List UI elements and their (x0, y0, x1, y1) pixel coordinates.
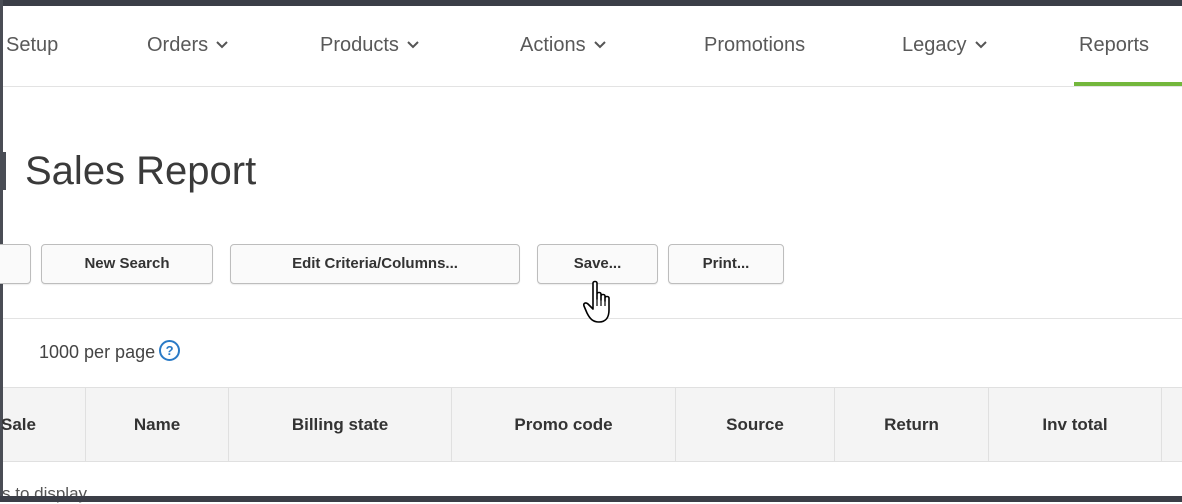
hand-pointer-icon (583, 280, 610, 323)
nav-active-indicator (1074, 82, 1182, 86)
nav-item-label: Products (320, 34, 399, 56)
nav-item-products[interactable]: Products (320, 34, 419, 57)
table-header: Sale Name Billing state Promo code Sourc… (0, 387, 1182, 462)
nav-item-label: Orders (147, 34, 209, 56)
nav-item-label: Promotions (704, 34, 806, 56)
per-page-selector[interactable]: 1000 per page? (39, 340, 181, 363)
new-search-button[interactable]: New Search (41, 244, 213, 284)
column-header-inv-total[interactable]: Inv total (989, 388, 1162, 461)
toolbar-button-partial[interactable] (0, 244, 31, 284)
window-bottom-border (0, 496, 1182, 502)
print-button[interactable]: Print... (668, 244, 784, 284)
nav-item-promotions[interactable]: Promotions (704, 34, 805, 57)
column-header-billing-state[interactable]: Billing state (229, 388, 452, 461)
chevron-down-icon (216, 32, 228, 55)
column-header-sale[interactable]: Sale (0, 388, 86, 461)
title-edge-mark (3, 152, 6, 190)
nav-item-setup[interactable]: Setup (6, 34, 58, 57)
chevron-down-icon (593, 32, 606, 55)
chevron-down-icon (407, 32, 419, 55)
nav-item-orders[interactable]: Orders (147, 34, 228, 57)
page-title: Sales Report (25, 149, 257, 193)
save-button[interactable]: Save... (537, 244, 658, 284)
nav-item-legacy[interactable]: Legacy (902, 34, 987, 57)
chevron-down-icon (974, 32, 987, 55)
column-header-return[interactable]: Return (835, 388, 989, 461)
nav-item-label: Reports (1079, 34, 1150, 56)
question-circle-icon[interactable]: ? (159, 340, 181, 361)
main-nav: Setup Orders Products Actions Promotions… (3, 6, 1182, 87)
nav-item-label: Actions (520, 34, 586, 56)
nav-item-label: Legacy (902, 34, 967, 56)
per-page-label: 1000 per page (39, 342, 156, 362)
nav-item-reports[interactable]: Reports (1079, 34, 1149, 57)
nav-item-label: Setup (6, 34, 59, 56)
column-header-name[interactable]: Name (86, 388, 229, 461)
edit-criteria-button[interactable]: Edit Criteria/Columns... (230, 244, 520, 284)
column-header-promo-code[interactable]: Promo code (452, 388, 676, 461)
column-header-source[interactable]: Source (676, 388, 835, 461)
nav-item-actions[interactable]: Actions (520, 34, 606, 57)
